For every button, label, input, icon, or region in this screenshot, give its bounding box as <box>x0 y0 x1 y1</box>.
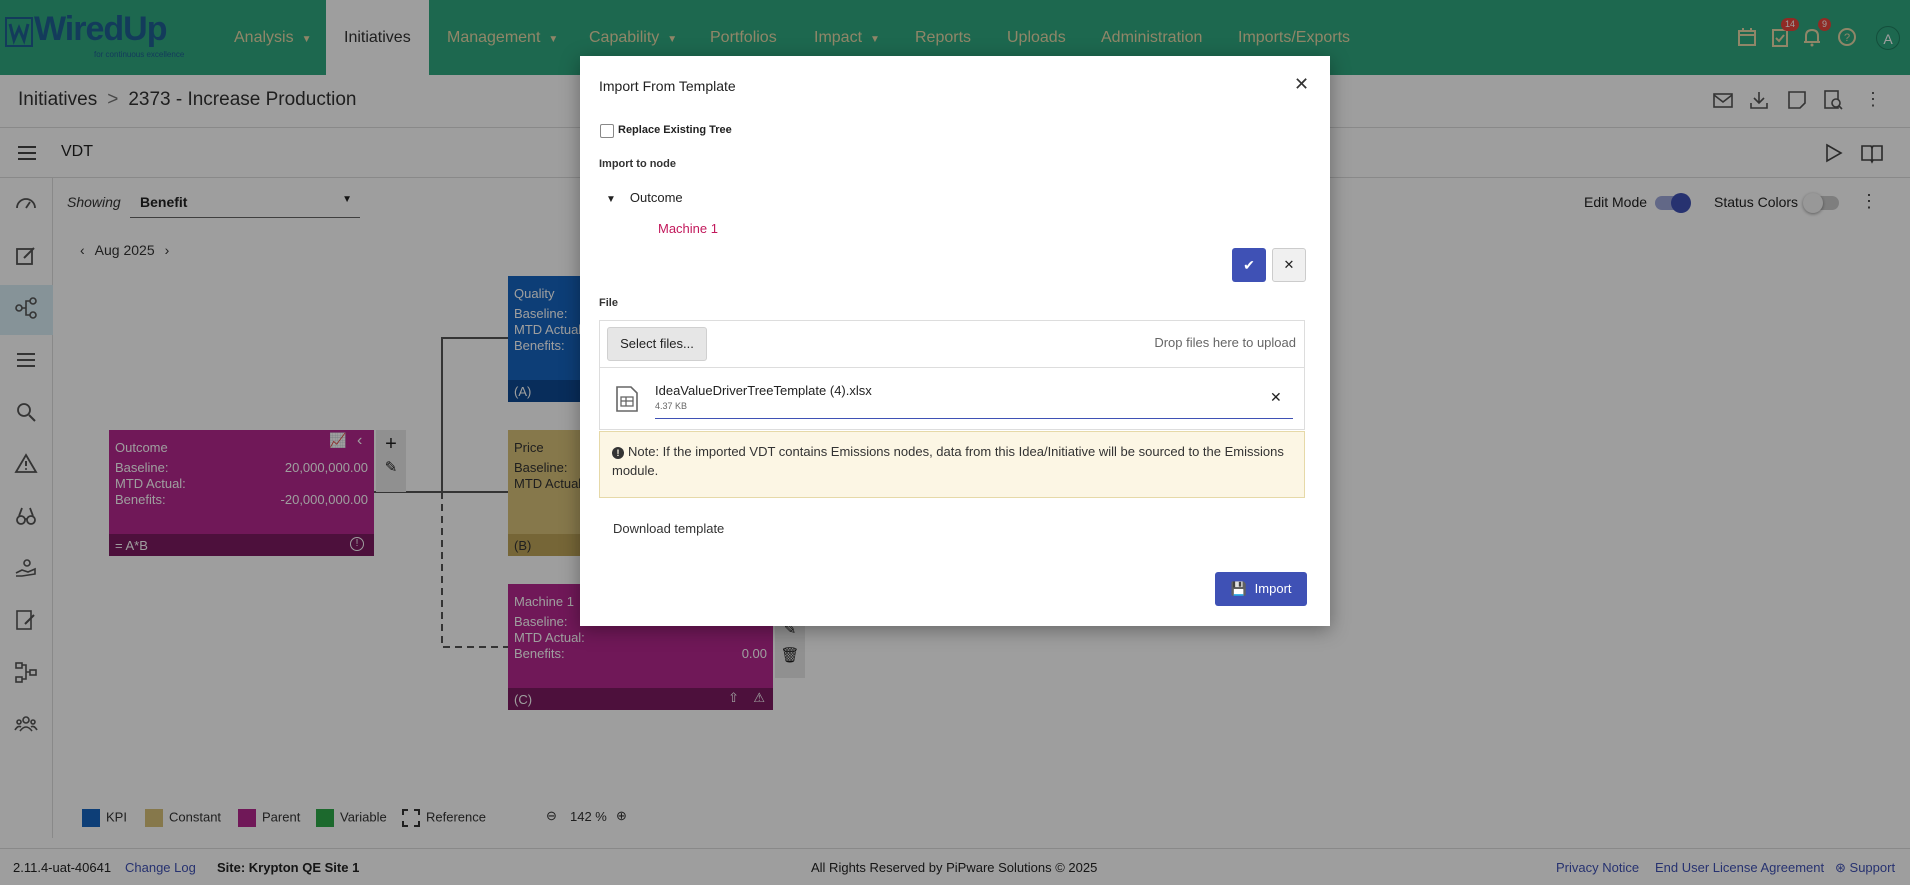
emissions-note: ! Note: If the imported VDT contains Emis… <box>599 431 1305 498</box>
spreadsheet-file-icon <box>615 385 639 413</box>
info-icon: ! <box>612 447 624 459</box>
import-button[interactable]: 💾 Import <box>1215 572 1307 606</box>
close-icon[interactable]: ✕ <box>1294 74 1309 95</box>
upload-progress-bar <box>655 418 1293 419</box>
file-label: File <box>599 297 618 309</box>
import-to-node-label: Import to node <box>599 158 676 170</box>
file-upload-area[interactable]: Select files... Drop files here to uploa… <box>599 320 1305 430</box>
save-icon: 💾 <box>1230 581 1247 596</box>
tree-node-machine-1[interactable]: Machine 1 <box>658 221 718 236</box>
import-from-template-dialog: Import From Template ✕ Replace Existing … <box>580 56 1330 626</box>
download-template-link[interactable]: Download template <box>613 521 724 536</box>
drop-hint: Drop files here to upload <box>1154 335 1296 350</box>
confirm-node-button[interactable]: ✔ <box>1232 248 1266 282</box>
replace-tree-checkbox[interactable] <box>600 124 614 138</box>
file-size: 4.37 KB <box>655 401 688 411</box>
tree-node-outcome[interactable]: ▼ Outcome <box>606 190 683 205</box>
cancel-node-button[interactable]: ✕ <box>1272 248 1306 282</box>
file-name: IdeaValueDriverTreeTemplate (4).xlsx <box>655 383 872 398</box>
remove-file-icon[interactable]: ✕ <box>1270 389 1282 406</box>
dialog-title: Import From Template <box>599 78 736 94</box>
replace-tree-label: Replace Existing Tree <box>618 124 732 136</box>
select-files-button[interactable]: Select files... <box>607 327 707 361</box>
expand-arrow-icon[interactable]: ▼ <box>606 194 616 205</box>
